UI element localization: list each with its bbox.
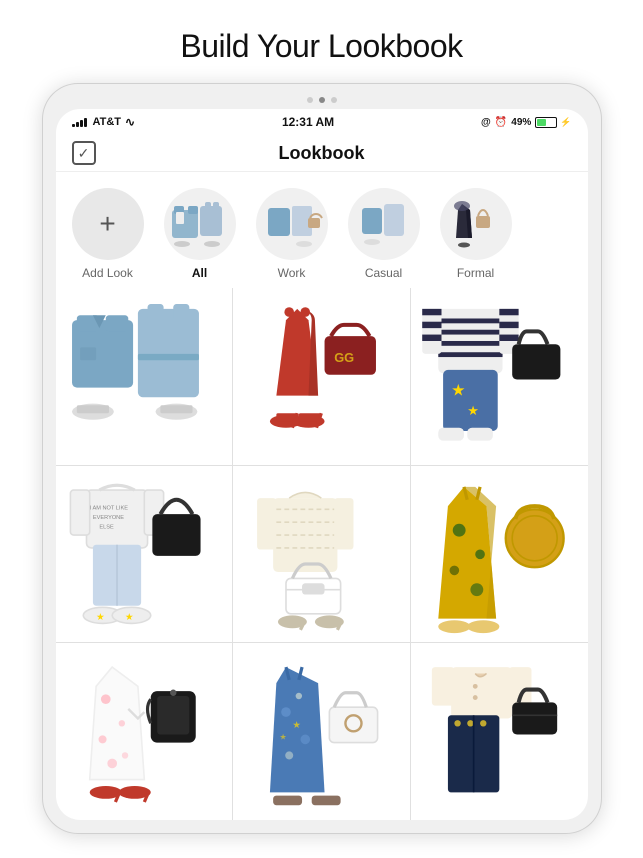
svg-text:★: ★ xyxy=(451,382,465,400)
outfit-6-svg xyxy=(419,474,580,635)
outfit-5-svg xyxy=(241,474,402,635)
svg-text:GG: GG xyxy=(334,350,354,365)
work-circle xyxy=(256,188,328,260)
casual-outfit-icon xyxy=(348,188,420,260)
status-right: @ ⏰ 49% ⚡ xyxy=(481,117,571,128)
outfit-6[interactable] xyxy=(411,466,588,643)
plus-icon: + xyxy=(99,208,115,240)
work-label: Work xyxy=(278,266,306,280)
categories-row: + Add Look xyxy=(56,172,588,288)
all-outfit-icon xyxy=(164,188,236,260)
svg-text:★: ★ xyxy=(280,733,287,742)
outfit-4-svg: I AM NOT LIKE EVERYONE ELSE ★ xyxy=(64,474,225,635)
formal-label: Formal xyxy=(457,266,494,280)
category-formal[interactable]: Formal xyxy=(432,188,520,280)
svg-text:★: ★ xyxy=(125,612,134,623)
svg-text:I AM NOT LIKE: I AM NOT LIKE xyxy=(89,505,127,511)
category-add-look[interactable]: + Add Look xyxy=(64,188,152,280)
casual-label: Casual xyxy=(365,266,402,280)
page-title: Build Your Lookbook xyxy=(180,28,462,65)
ipad-screen: AT&T ∿ 12:31 AM @ ⏰ 49% ⚡ Lookbook xyxy=(56,109,588,820)
outfit-9[interactable] xyxy=(411,643,588,820)
add-look-label: Add Look xyxy=(82,266,133,280)
alarm-icon: ⏰ xyxy=(495,117,507,128)
charging-icon: ⚡ xyxy=(560,117,571,128)
signal-icon xyxy=(72,118,87,127)
category-all[interactable]: All xyxy=(156,188,244,280)
status-left: AT&T ∿ xyxy=(72,115,136,129)
pagination-dots xyxy=(56,97,588,103)
outfit-2[interactable]: GG xyxy=(233,288,410,465)
casual-circle xyxy=(348,188,420,260)
battery-percent: 49% xyxy=(511,117,531,128)
outfit-5[interactable] xyxy=(233,466,410,643)
at-icon: @ xyxy=(481,117,491,128)
add-look-circle: + xyxy=(72,188,144,260)
wifi-icon: ∿ xyxy=(125,115,135,129)
outfit-2-svg: GG xyxy=(241,296,402,457)
outfit-8-svg: ★ ★ xyxy=(241,651,402,812)
category-casual[interactable]: Casual xyxy=(340,188,428,280)
nav-title: Lookbook xyxy=(279,143,365,164)
svg-text:★: ★ xyxy=(467,403,479,418)
outfit-3[interactable]: ★ ★ xyxy=(411,288,588,465)
svg-text:EVERYONE: EVERYONE xyxy=(92,515,123,521)
work-outfit-icon xyxy=(256,188,328,260)
dot-2 xyxy=(319,97,325,103)
outfit-4[interactable]: I AM NOT LIKE EVERYONE ELSE ★ xyxy=(56,466,233,643)
carrier-label: AT&T xyxy=(93,116,122,128)
category-work[interactable]: Work xyxy=(248,188,336,280)
outfit-1[interactable] xyxy=(56,288,233,465)
nav-checkbox[interactable] xyxy=(72,141,96,165)
outfit-7-svg xyxy=(64,651,225,812)
dot-1 xyxy=(307,97,313,103)
svg-text:ELSE: ELSE xyxy=(99,524,114,530)
status-bar: AT&T ∿ 12:31 AM @ ⏰ 49% ⚡ xyxy=(56,109,588,135)
all-circle xyxy=(164,188,236,260)
ipad-frame: AT&T ∿ 12:31 AM @ ⏰ 49% ⚡ Lookbook xyxy=(42,83,602,834)
outfit-grid: GG xyxy=(56,288,588,820)
svg-text:★: ★ xyxy=(96,612,105,623)
outfit-9-svg xyxy=(419,651,580,812)
outfit-3-svg: ★ ★ xyxy=(419,296,580,457)
formal-outfit-icon xyxy=(440,188,512,260)
svg-text:★: ★ xyxy=(293,720,302,731)
formal-circle xyxy=(440,188,512,260)
nav-bar: Lookbook xyxy=(56,135,588,172)
battery-indicator: ⚡ xyxy=(535,117,571,128)
outfit-8[interactable]: ★ ★ xyxy=(233,643,410,820)
outfit-7[interactable] xyxy=(56,643,233,820)
status-time: 12:31 AM xyxy=(282,115,334,129)
dot-3 xyxy=(331,97,337,103)
all-label: All xyxy=(192,266,207,280)
outfit-1-svg xyxy=(64,296,225,457)
